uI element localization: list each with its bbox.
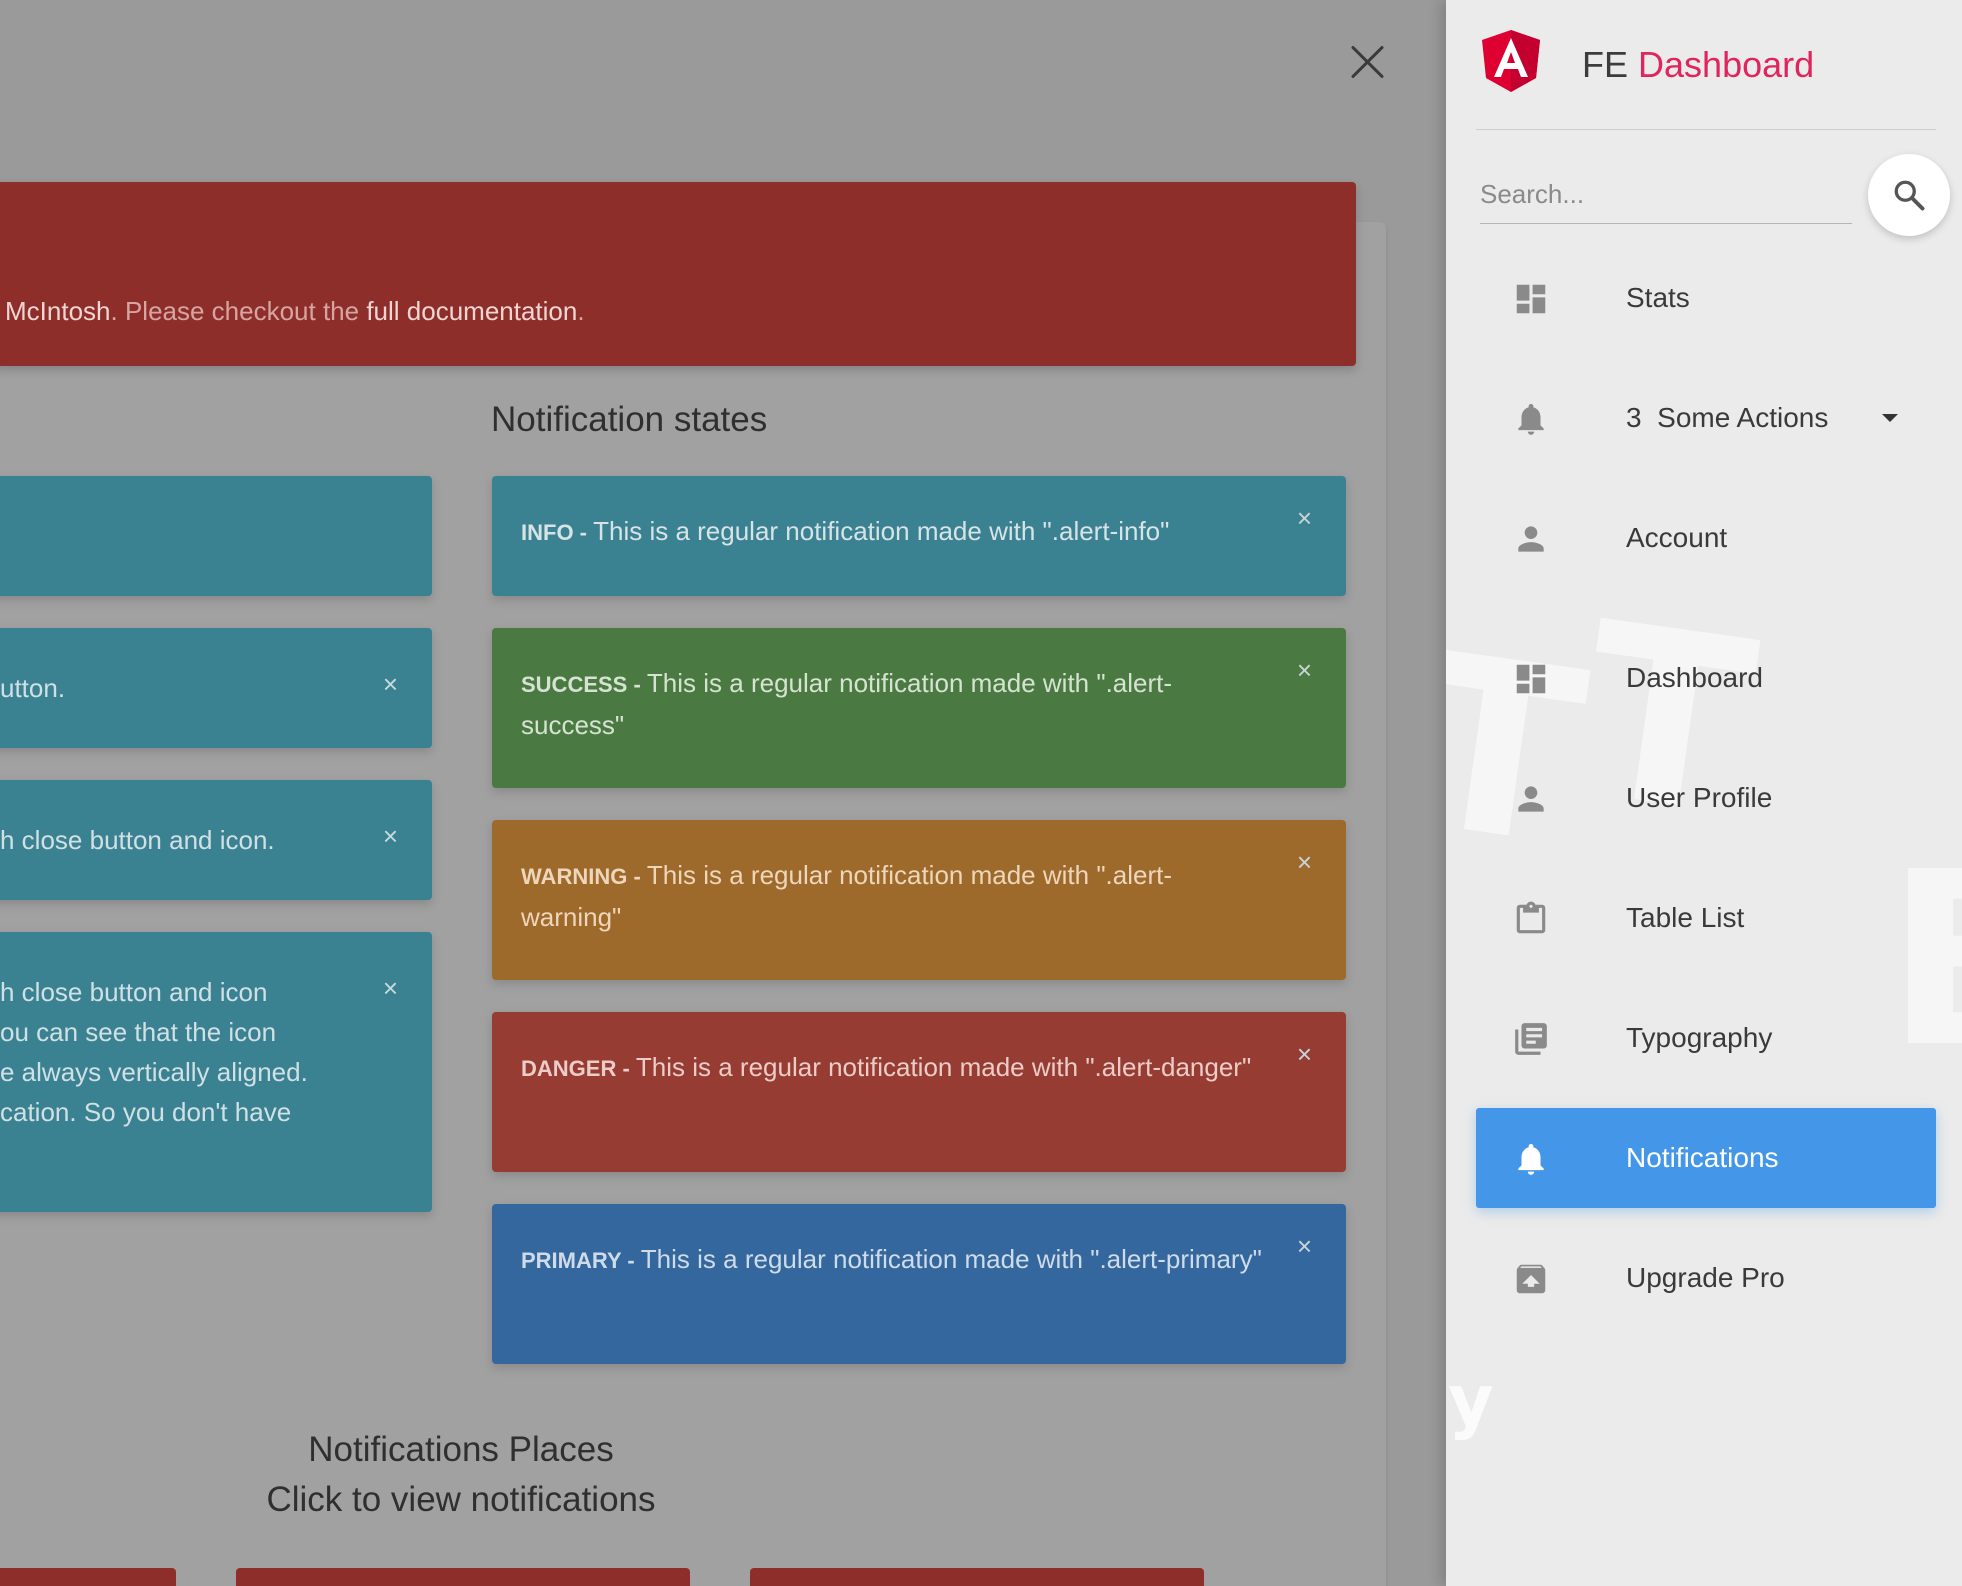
alert-danger: DANGER - This is a regular notification … [492, 1012, 1346, 1172]
sidebar-item-notifications[interactable]: Notifications [1476, 1108, 1936, 1208]
place-button[interactable] [236, 1568, 690, 1586]
alert-label: SUCCESS - [521, 672, 647, 697]
sidebar-item-stats[interactable]: Stats [1476, 248, 1936, 348]
bell-icon [1518, 403, 1544, 435]
caret-down-icon [1882, 414, 1898, 422]
alert-success-text: SUCCESS - This is a regular notification… [521, 663, 1266, 745]
dashboard-icon [1516, 284, 1546, 314]
left-alert-4: h close button and icon ou can see that … [0, 932, 432, 1212]
sidebar-item-user-profile[interactable]: User Profile [1476, 748, 1936, 848]
angular-logo [1482, 30, 1540, 92]
sidebar-item-label: Upgrade Pro [1626, 1262, 1785, 1293]
sidebar-item-label: User Profile [1626, 782, 1773, 813]
alert-danger-text: DANGER - This is a regular notification … [521, 1047, 1266, 1089]
alert-info: INFO - This is a regular notification ma… [492, 476, 1346, 596]
close-icon[interactable]: × [383, 816, 398, 856]
sidebar-item-dashboard[interactable]: Dashboard [1476, 628, 1936, 728]
unarchive-icon [1516, 1264, 1546, 1294]
brand-accent: Dashboard [1638, 44, 1815, 85]
brand-title: FE Dashboard [1582, 44, 1814, 86]
place-button[interactable] [0, 1568, 176, 1586]
close-icon[interactable]: × [383, 968, 398, 1008]
alert-info-text: INFO - This is a regular notification ma… [521, 511, 1266, 553]
sidebar-item-label: 3 Some Actions [1626, 402, 1828, 434]
notifications-places-subtitle: Click to view notifications [266, 1480, 656, 1519]
notifications-places-title: Notifications Places [308, 1430, 614, 1469]
close-icon[interactable]: × [1297, 1226, 1312, 1266]
place-button[interactable] [750, 1568, 1204, 1586]
left-alert-text: h close button and icon. [0, 825, 275, 855]
alert-success: SUCCESS - This is a regular notification… [492, 628, 1346, 788]
sidebar-item-some-actions[interactable]: 3 Some Actions [1476, 368, 1936, 468]
banner-text-after: . [577, 296, 585, 326]
main-content-overlay: McIntosh. Please checkout the full docum… [0, 0, 1446, 1586]
sidebar-item-label: Table List [1626, 902, 1745, 933]
close-icon[interactable] [1346, 40, 1390, 84]
alert-warning: WARNING - This is a regular notification… [492, 820, 1346, 980]
background-decoration: y [1448, 1360, 1494, 1442]
sidebar-divider [1476, 129, 1936, 130]
alert-primary-text: PRIMARY - This is a regular notification… [521, 1239, 1266, 1281]
sidebar-item-table-list[interactable]: Table List [1476, 868, 1936, 968]
sidebar-item-label: Typography [1626, 1022, 1773, 1053]
left-alert-3: h close button and icon. × [0, 780, 432, 900]
clipboard-icon [1516, 901, 1546, 934]
banner-text-before: . Please checkout the [110, 296, 367, 326]
alert-message: This is a regular notification made with… [593, 516, 1170, 546]
left-alert-line: h close button and icon [0, 977, 268, 1007]
person-icon [1518, 786, 1544, 812]
bell-icon [1518, 1143, 1544, 1175]
sidebar-item-typography[interactable]: Typography [1476, 988, 1936, 1088]
sidebar-item-account[interactable]: Account [1476, 488, 1936, 588]
notification-states-title: Notification states [491, 400, 768, 439]
search-input[interactable] [1480, 172, 1852, 216]
left-alert-1 [0, 476, 432, 596]
documentation-link[interactable]: full documentation [366, 296, 577, 326]
brand-prefix: FE [1582, 44, 1629, 85]
close-icon[interactable]: × [383, 664, 398, 704]
left-alert-line: ou can see that the icon [0, 1017, 277, 1047]
left-alert-2: utton. × [0, 628, 432, 748]
alert-primary: PRIMARY - This is a regular notification… [492, 1204, 1346, 1364]
sidebar-item-label: Account [1626, 522, 1728, 553]
sidebar-item-label: Dashboard [1626, 662, 1763, 693]
left-alert-line: e always vertically aligned. [0, 1057, 308, 1087]
alert-label: DANGER - [521, 1056, 636, 1081]
search-icon [1894, 180, 1925, 211]
person-icon [1518, 526, 1544, 552]
header-banner-text: McIntosh. Please checkout the full docum… [5, 296, 585, 327]
notification-count-badge: 3 [1626, 402, 1642, 433]
alert-message: This is a regular notification made with… [635, 1052, 1252, 1082]
close-icon[interactable]: × [1297, 498, 1312, 538]
sidebar: T T B y FE Dashboard Stats 3 Some Action… [1446, 0, 1962, 1586]
alert-warning-text: WARNING - This is a regular notification… [521, 855, 1266, 937]
alert-message: This is a regular notification made with… [640, 1244, 1262, 1274]
library-books-icon [1515, 1023, 1547, 1055]
alert-label: INFO - [521, 520, 594, 545]
close-icon[interactable]: × [1297, 842, 1312, 882]
search-button[interactable] [1868, 154, 1950, 236]
alert-label: PRIMARY - [521, 1248, 641, 1273]
some-actions-label: Some Actions [1657, 402, 1829, 433]
search-field [1480, 172, 1852, 224]
close-icon[interactable]: × [1297, 650, 1312, 690]
sidebar-item-label: Stats [1626, 282, 1690, 313]
close-icon[interactable]: × [1297, 1034, 1312, 1074]
header-banner: McIntosh. Please checkout the full docum… [0, 182, 1356, 366]
left-alert-line: cation. So you don't have [0, 1097, 292, 1127]
author-name: McIntosh [5, 296, 111, 326]
alert-label: WARNING - [521, 864, 647, 889]
sidebar-item-label: Notifications [1626, 1142, 1779, 1173]
dashboard-icon [1516, 664, 1546, 694]
left-alert-text: utton. [0, 673, 66, 703]
sidebar-item-upgrade-pro[interactable]: Upgrade Pro [1476, 1228, 1936, 1328]
